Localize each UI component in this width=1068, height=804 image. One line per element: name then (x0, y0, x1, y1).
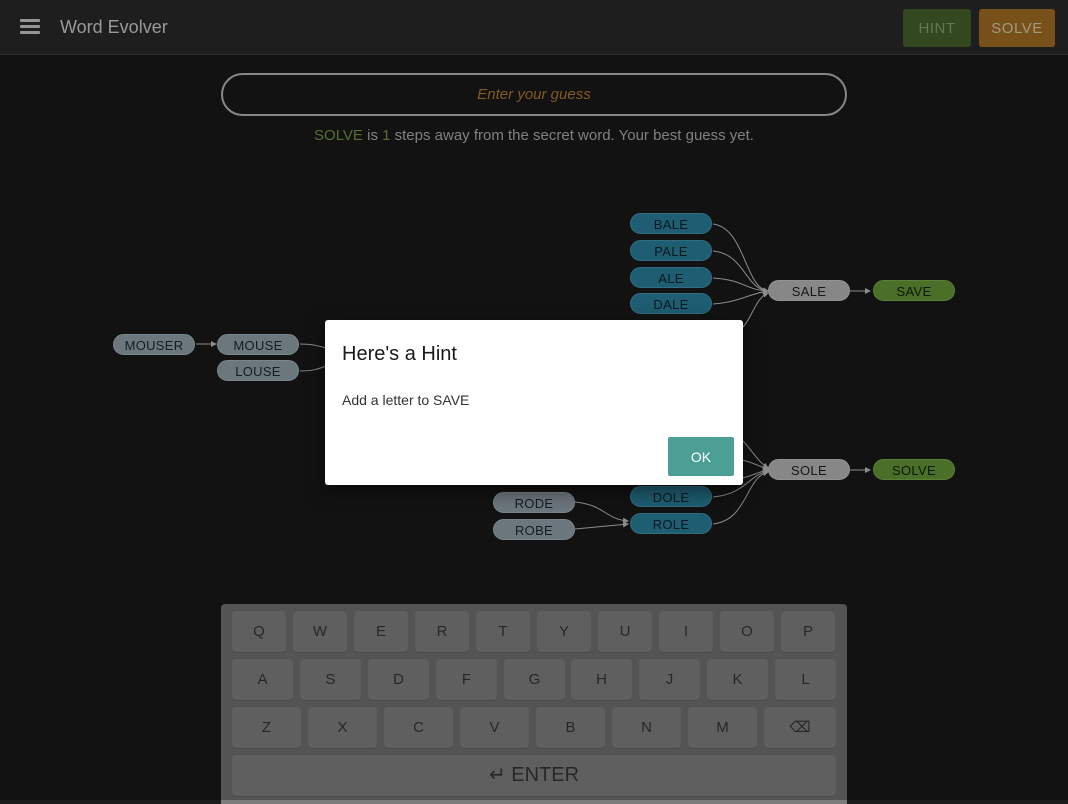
dialog-title: Here's a Hint (342, 343, 457, 365)
hint-dialog: Here's a Hint Add a letter to SAVE OK (325, 320, 743, 485)
dialog-message: Add a letter to SAVE (342, 392, 470, 408)
ok-button[interactable]: OK (668, 437, 734, 476)
